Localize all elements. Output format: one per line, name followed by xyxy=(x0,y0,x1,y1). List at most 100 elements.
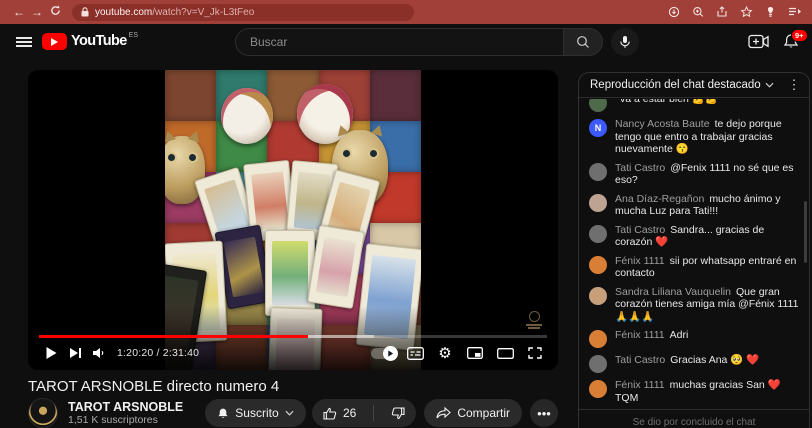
chat-author[interactable]: Nancy Acosta Baute xyxy=(615,118,710,130)
lock-icon xyxy=(81,7,89,17)
share-page-icon[interactable] xyxy=(716,6,729,18)
address-bar[interactable]: youtube.com/watch?v=V_Jk-L3tFeo xyxy=(72,3,414,21)
settings-icon[interactable]: ⚙ xyxy=(433,341,457,365)
chat-message: Sandra Liliana Vauquelin Que gran corazón… xyxy=(579,283,809,327)
back-icon[interactable]: ← xyxy=(10,5,28,19)
voice-search-button[interactable] xyxy=(611,28,639,56)
search-icon xyxy=(577,36,589,48)
search-button[interactable] xyxy=(563,28,603,56)
video-title: TAROT ARSNOBLE directo numero 4 xyxy=(28,378,280,395)
youtube-wordmark: YouTube xyxy=(71,33,127,49)
avatar[interactable]: N xyxy=(589,119,607,137)
autoplay-toggle[interactable] xyxy=(371,345,398,361)
chat-author[interactable]: Sandra Liliana Vauquelin xyxy=(615,286,731,298)
zoom-page-icon[interactable] xyxy=(692,6,705,18)
chevron-down-icon xyxy=(285,410,294,416)
avatar[interactable] xyxy=(589,224,607,243)
forward-icon[interactable]: → xyxy=(28,5,46,19)
tarot-card xyxy=(265,230,315,316)
extension-icon[interactable] xyxy=(764,6,777,18)
like-count: 26 xyxy=(342,406,357,420)
channel-watermark xyxy=(526,311,542,330)
share-button[interactable]: Compartir xyxy=(424,399,522,427)
avatar[interactable] xyxy=(589,162,607,181)
chat-scrollbar[interactable] xyxy=(804,201,807,263)
avatar[interactable] xyxy=(589,99,607,112)
avatar[interactable] xyxy=(589,355,607,373)
create-button[interactable] xyxy=(748,34,770,54)
chat-author[interactable]: Tati Castro xyxy=(615,224,665,236)
avatar[interactable] xyxy=(589,330,607,348)
chat-author[interactable]: Ana Díaz-Regañon xyxy=(615,193,704,205)
chat-message: Fénix 1111 sii por whatsapp entraré en co… xyxy=(579,252,809,283)
channel-row: TAROT ARSNOBLE 1,51 K suscriptores Suscr… xyxy=(28,398,558,428)
channel-name[interactable]: TAROT ARSNOBLE xyxy=(68,400,183,414)
subscriber-count: 1,51 K suscriptores xyxy=(68,414,158,427)
like-button[interactable]: 26 xyxy=(312,399,367,427)
volume-button[interactable] xyxy=(87,341,111,365)
more-actions-button[interactable]: ••• xyxy=(530,399,558,427)
reload-icon[interactable] xyxy=(46,5,64,19)
chat-text: Adri xyxy=(669,329,689,341)
chat-message: N Nancy Acosta Baute te dejo porque tengo… xyxy=(579,115,809,159)
miniplayer-icon[interactable] xyxy=(463,341,487,365)
save-page-icon[interactable] xyxy=(668,6,681,18)
chat-message: Tati Castro @Fenix 1111 no sé que es eso? xyxy=(579,159,809,190)
chat-message-list[interactable]: va a estar bien 💪💪 N Nancy Acosta Baute t… xyxy=(579,99,809,409)
subscribed-label: Suscrito xyxy=(235,406,279,420)
chat-author[interactable]: Fénix 1111 xyxy=(615,379,665,391)
candle-left xyxy=(221,88,273,144)
progress-bar[interactable] xyxy=(39,335,547,338)
chat-menu-icon[interactable]: ⋮ xyxy=(785,77,803,93)
chat-message: Tati Castro Sandra... gracias de corazón … xyxy=(579,221,809,252)
thumbs-down-icon xyxy=(392,406,405,419)
chat-header: Reproducción del chat destacado ⋮ xyxy=(579,73,809,98)
search-input[interactable] xyxy=(235,28,563,56)
chat-message: Tati Castro Gracias Ana 🥺 ❤️ xyxy=(579,351,809,376)
subtitles-icon[interactable] xyxy=(403,341,427,365)
youtube-play-icon xyxy=(42,33,67,50)
chat-mode-selector[interactable]: Reproducción del chat destacado xyxy=(590,79,761,91)
chat-author[interactable]: Fénix 1111 xyxy=(615,329,665,341)
region-code: ES xyxy=(128,32,139,39)
chat-author[interactable]: Fénix 1111 xyxy=(615,255,665,267)
sidebar-panel-icon[interactable] xyxy=(788,6,802,18)
fullscreen-icon[interactable] xyxy=(523,341,547,365)
thumbs-up-icon xyxy=(323,407,337,420)
url-domain: youtube.com xyxy=(95,6,153,18)
chat-author[interactable]: Tati Castro xyxy=(615,162,665,174)
next-button[interactable] xyxy=(63,341,87,365)
share-label: Compartir xyxy=(457,406,510,420)
url-path: /watch?v=V_Jk-L3tFeo xyxy=(152,6,255,18)
avatar[interactable] xyxy=(589,286,607,305)
chevron-down-icon[interactable] xyxy=(765,80,774,90)
bookmark-star-icon[interactable] xyxy=(740,5,753,18)
played-bar xyxy=(39,335,309,338)
microphone-icon xyxy=(620,36,630,48)
chat-text: va a estar bien 💪💪 xyxy=(620,99,718,105)
time-display: 1:20:20 / 2:31:40 xyxy=(117,347,200,359)
notification-badge: 9+ xyxy=(791,29,808,42)
avatar[interactable] xyxy=(589,255,607,274)
dislike-button[interactable] xyxy=(380,399,416,427)
avatar[interactable] xyxy=(589,193,607,212)
screen: ← → youtube.com/watch?v=V_Jk-L3tFeo YouT… xyxy=(0,0,812,428)
youtube-masthead: YouTube ES 9+ xyxy=(0,24,812,60)
menu-icon[interactable] xyxy=(16,37,32,47)
chat-end-note: Se dio por concluido el chat xyxy=(632,417,756,428)
share-icon xyxy=(436,406,452,419)
chat-text: Gracias Ana 🥺 ❤️ xyxy=(670,354,760,366)
channel-avatar[interactable] xyxy=(28,398,58,428)
chat-message: Fénix 1111 muchas gracias San ❤️ TQM xyxy=(579,376,809,407)
video-player[interactable]: 1:20:20 / 2:31:40 ⚙ xyxy=(28,70,558,370)
play-button[interactable] xyxy=(39,341,63,365)
avatar[interactable] xyxy=(589,380,607,398)
chat-divider xyxy=(579,409,809,410)
chat-message: Fénix 1111 Adri xyxy=(579,326,809,351)
youtube-logo[interactable]: YouTube ES xyxy=(42,32,139,50)
chat-author[interactable]: Tati Castro xyxy=(615,354,665,366)
chat-message: Ana Díaz-Regañon mucho ánimo y mucha Luz … xyxy=(579,190,809,221)
notifications-button[interactable]: 9+ xyxy=(783,29,808,55)
subscribed-button[interactable]: Suscrito xyxy=(205,399,306,427)
theater-mode-icon[interactable] xyxy=(493,341,517,365)
